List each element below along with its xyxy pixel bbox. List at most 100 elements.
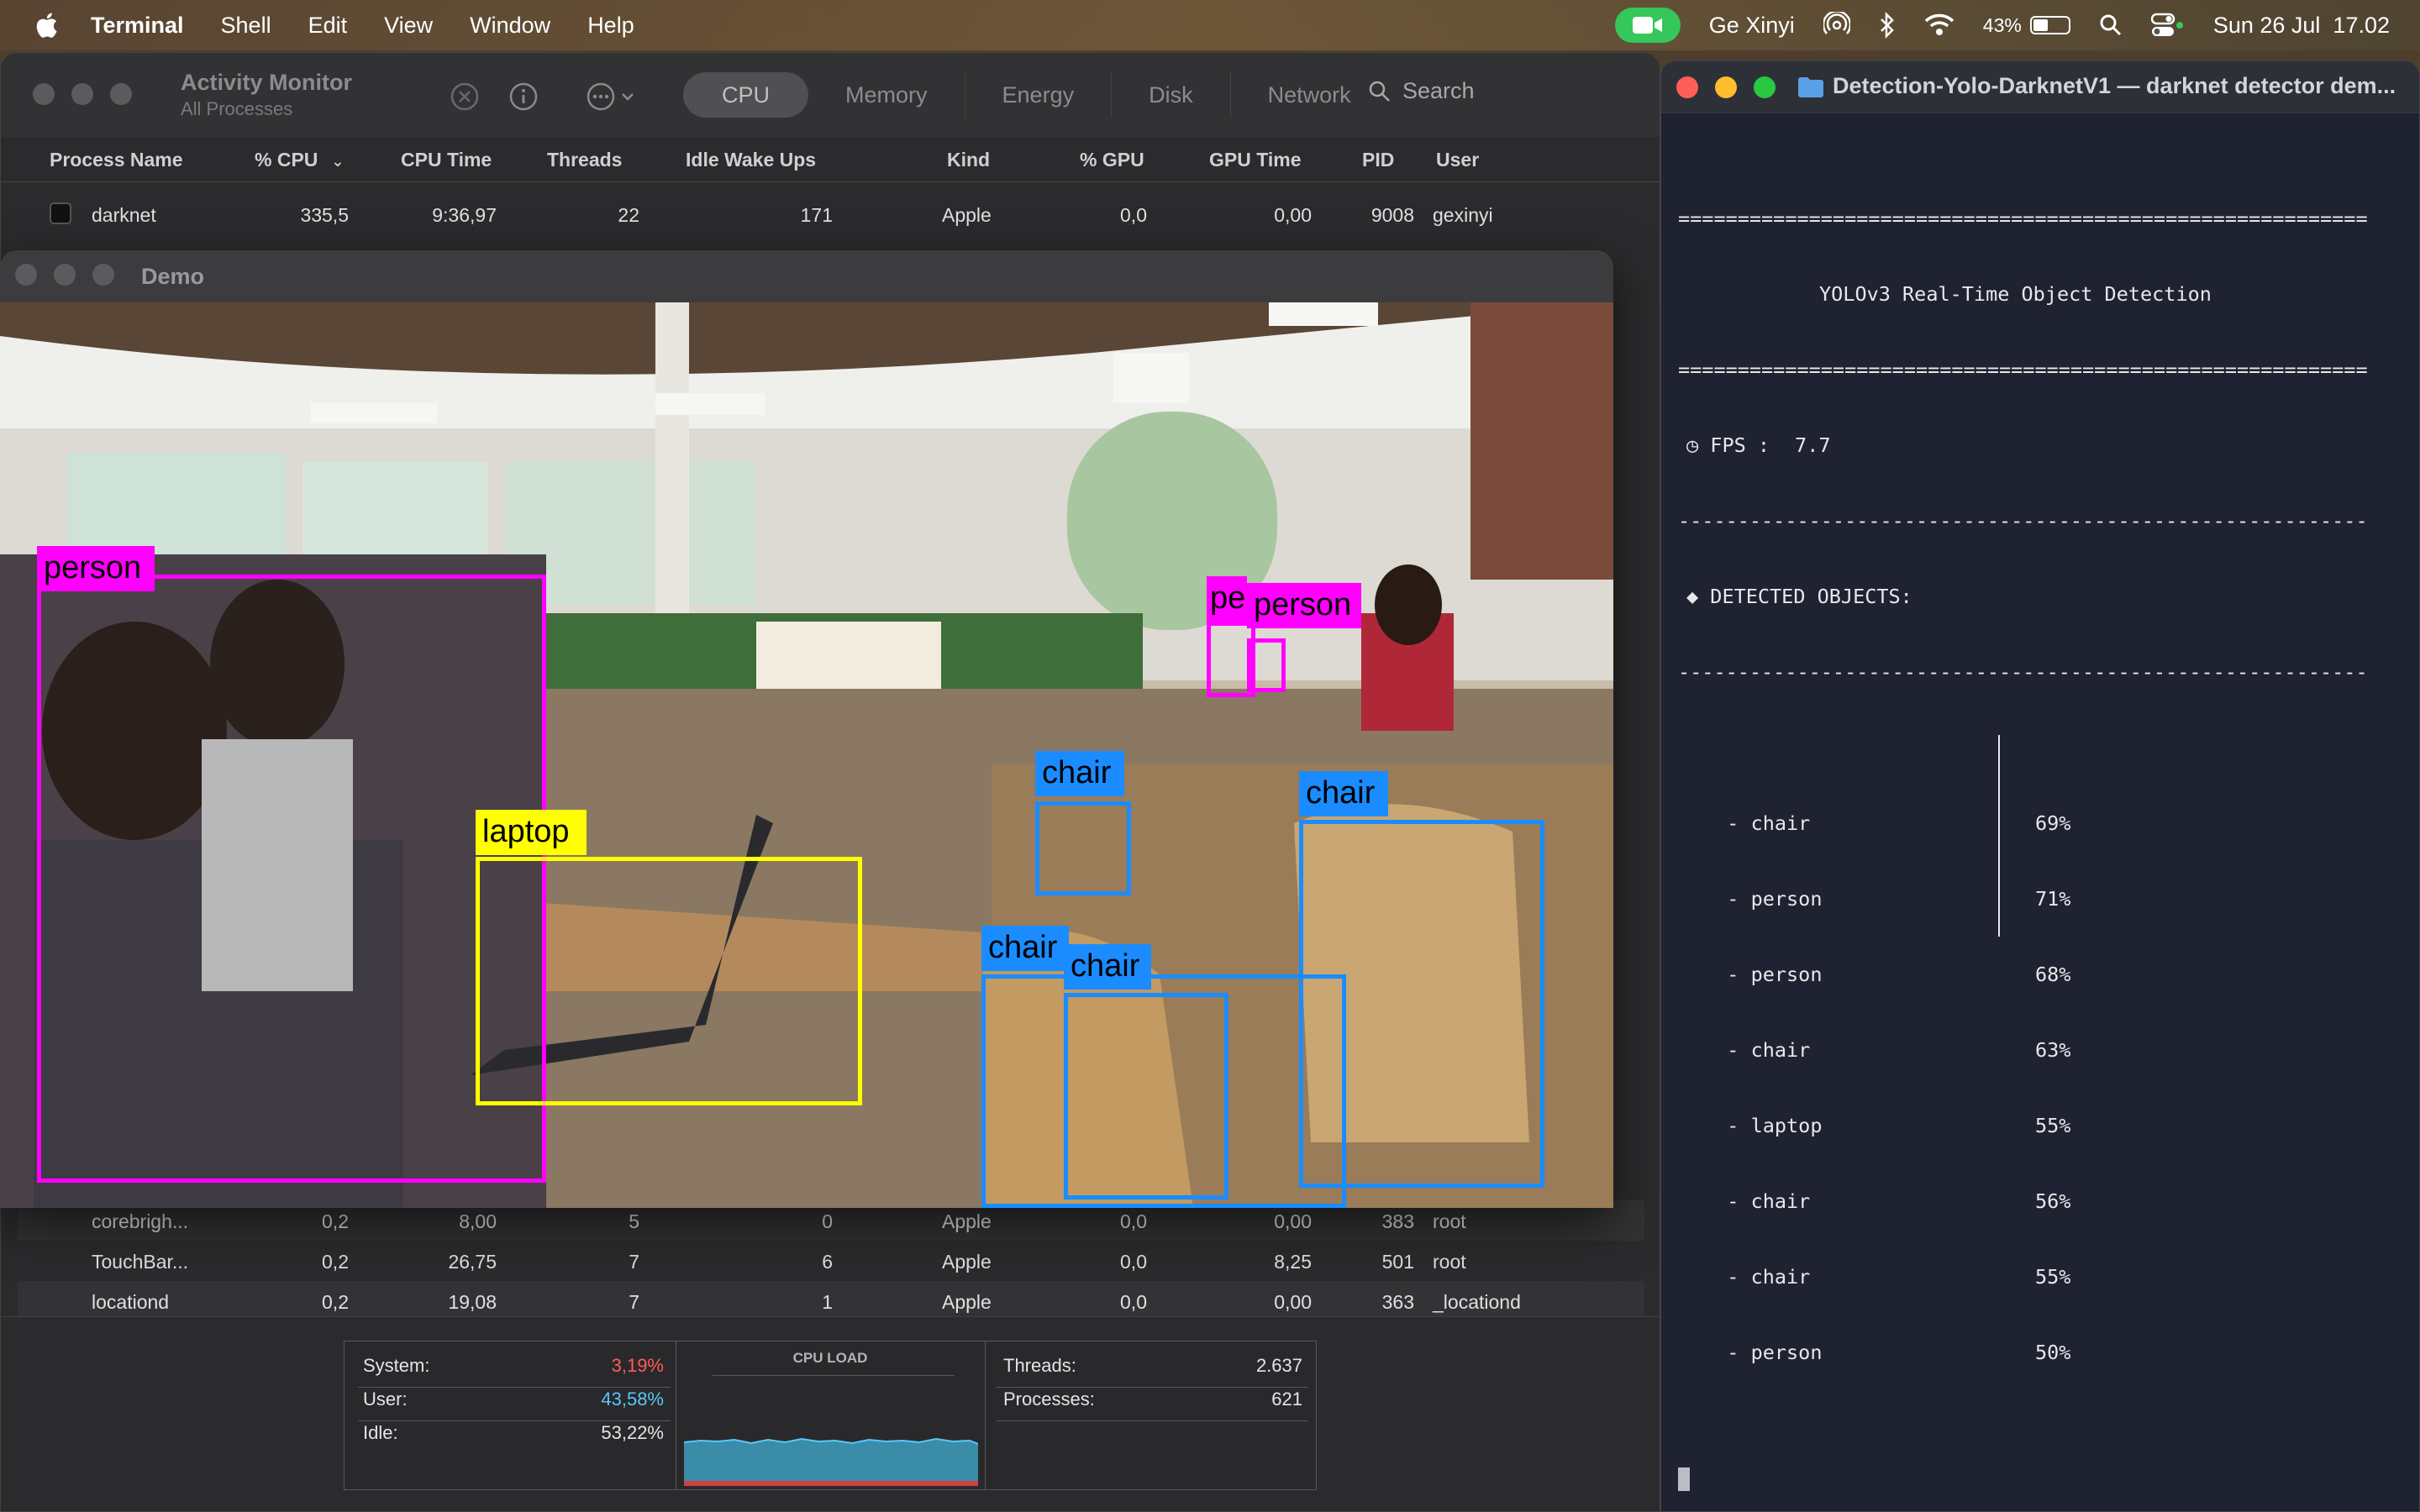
list-item: - chair 55% (1703, 1264, 2368, 1289)
separator-line: ========================================… (1678, 358, 2368, 381)
search-field[interactable]: Search (1369, 78, 1475, 104)
table-row[interactable]: darknet 335,5 9:36,97 22 171 Apple 0,0 0… (18, 194, 1644, 234)
gpu-time: 0,00 (1274, 204, 1312, 226)
menu-view[interactable]: View (384, 13, 433, 39)
datetime[interactable]: Sun 26 Jul 17.02 (2213, 13, 2390, 39)
object-name: - chair (1703, 1038, 1811, 1062)
detection-label: laptop (476, 810, 587, 855)
battery-percent: 43% (1982, 13, 2022, 36)
info-icon[interactable] (508, 81, 539, 112)
column-user[interactable]: User (1436, 149, 1479, 171)
cpu-time: 8,00 (459, 1210, 497, 1232)
column-pid[interactable]: PID (1362, 149, 1394, 171)
menu-window[interactable]: Window (470, 13, 550, 39)
kind: Apple (942, 204, 992, 226)
detection-label: chair (1064, 944, 1151, 990)
object-name: - laptop (1703, 1114, 1823, 1137)
kind: Apple (942, 1291, 992, 1313)
column-gpu-percent[interactable]: % GPU (1080, 149, 1144, 171)
object-name: - person (1703, 963, 1823, 986)
detection-label: chair (981, 926, 1069, 971)
minimize-button[interactable] (54, 264, 76, 286)
stop-process-icon[interactable] (450, 81, 480, 112)
column-kind[interactable]: Kind (947, 149, 990, 171)
object-confidence: 55% (2035, 1265, 2071, 1289)
cpu-load-title: CPU LOAD (792, 1350, 868, 1366)
zoom-button[interactable] (1754, 76, 1776, 98)
tab-energy[interactable]: Energy (964, 72, 1112, 118)
object-confidence: 69% (2035, 811, 2071, 835)
search-icon (1369, 81, 1390, 102)
cpu-summary-panel: System: 3,19% User: 43,58% Idle: 53,22% … (344, 1341, 1317, 1490)
person-bounding-box (1247, 638, 1286, 692)
zoom-button[interactable] (92, 264, 114, 286)
close-button[interactable] (33, 83, 55, 105)
table-row[interactable]: locationd 0,2 19,08 7 1 Apple 0,0 0,00 3… (18, 1281, 1644, 1321)
column-cpu-percent[interactable]: % CPU ⌄ (255, 149, 345, 171)
column-threads[interactable]: Threads (547, 149, 622, 171)
detection-label: person (37, 546, 155, 591)
facetime-indicator[interactable] (1614, 8, 1681, 43)
separator-line: ----------------------------------------… (1678, 509, 2368, 533)
close-button[interactable] (15, 264, 37, 286)
system-label: System: (363, 1355, 430, 1376)
laptop-bounding-box (476, 857, 862, 1105)
object-confidence: 56% (2035, 1189, 2071, 1213)
tab-disk[interactable]: Disk (1111, 72, 1230, 118)
minimize-button[interactable] (1715, 76, 1737, 98)
cpu-percent: 335,5 (300, 204, 349, 226)
battery-icon[interactable] (2029, 16, 2070, 34)
process-name: darknet (92, 204, 156, 226)
threads: 5 (629, 1210, 639, 1232)
tab-cpu[interactable]: CPU (683, 72, 809, 118)
airdrop-icon[interactable] (1823, 12, 1850, 39)
divider (985, 1341, 986, 1489)
pid: 9008 (1370, 204, 1414, 226)
threads: 7 (629, 1251, 639, 1273)
menu-app-name[interactable]: Terminal (91, 13, 184, 39)
window-title: Detection-Yolo-DarknetV1 — darknet detec… (1833, 73, 2396, 98)
menu-edit[interactable]: Edit (308, 13, 348, 39)
spotlight-icon[interactable] (2099, 13, 2123, 37)
menu-shell[interactable]: Shell (221, 13, 271, 39)
processes-label: Processes: (1003, 1389, 1095, 1410)
pid: 363 (1381, 1291, 1414, 1313)
minimize-button[interactable] (71, 83, 93, 105)
wifi-icon[interactable] (1924, 13, 1954, 37)
bluetooth-icon[interactable] (1879, 12, 1896, 39)
menu-help[interactable]: Help (587, 13, 634, 39)
cpu-time: 9:36,97 (432, 204, 497, 226)
kind: Apple (942, 1210, 992, 1232)
separator-line: ----------------------------------------… (1678, 660, 2368, 684)
objects-list: - chair 69% - person 71% - person 68% - cha… (1678, 735, 2368, 1415)
list-item: - chair 69% (1703, 811, 2368, 836)
column-process-name[interactable]: Process Name (50, 149, 183, 171)
column-cpu-time[interactable]: CPU Time (401, 149, 492, 171)
list-item: - person 68% (1703, 962, 2368, 987)
more-actions-icon[interactable] (586, 81, 641, 112)
control-center-icon[interactable] (2150, 13, 2185, 38)
user-label: User: (363, 1389, 408, 1410)
zoom-button[interactable] (110, 83, 132, 105)
menu-bar: Terminal Shell Edit View Window Help Ge … (0, 0, 2420, 50)
tab-network[interactable]: Network (1229, 72, 1388, 118)
close-button[interactable] (1676, 76, 1698, 98)
tab-memory[interactable]: Memory (808, 72, 965, 118)
cpu-percent: 0,2 (322, 1251, 349, 1273)
column-idle-wake-ups[interactable]: Idle Wake Ups (686, 149, 816, 171)
idle-label: Idle: (363, 1422, 398, 1443)
video-camera-icon (1632, 17, 1662, 34)
user-name[interactable]: Ge Xinyi (1709, 13, 1795, 39)
list-item: - laptop 55% (1703, 1113, 2368, 1138)
column-gpu-time[interactable]: GPU Time (1209, 149, 1302, 171)
table-row[interactable]: TouchBar... 0,2 26,75 7 6 Apple 0,0 8,25… (18, 1241, 1644, 1281)
separator-line: ========================================… (1678, 207, 2368, 230)
list-item: - chair 63% (1703, 1037, 2368, 1063)
object-name: - chair (1703, 1265, 1811, 1289)
folder-icon (1798, 77, 1823, 97)
apple-icon[interactable] (34, 12, 59, 39)
window-title: Activity Monitor (181, 70, 353, 95)
user: root (1433, 1251, 1466, 1273)
object-confidence: 63% (2035, 1038, 2071, 1062)
terminal-output[interactable]: ========================================… (1678, 155, 2368, 1511)
